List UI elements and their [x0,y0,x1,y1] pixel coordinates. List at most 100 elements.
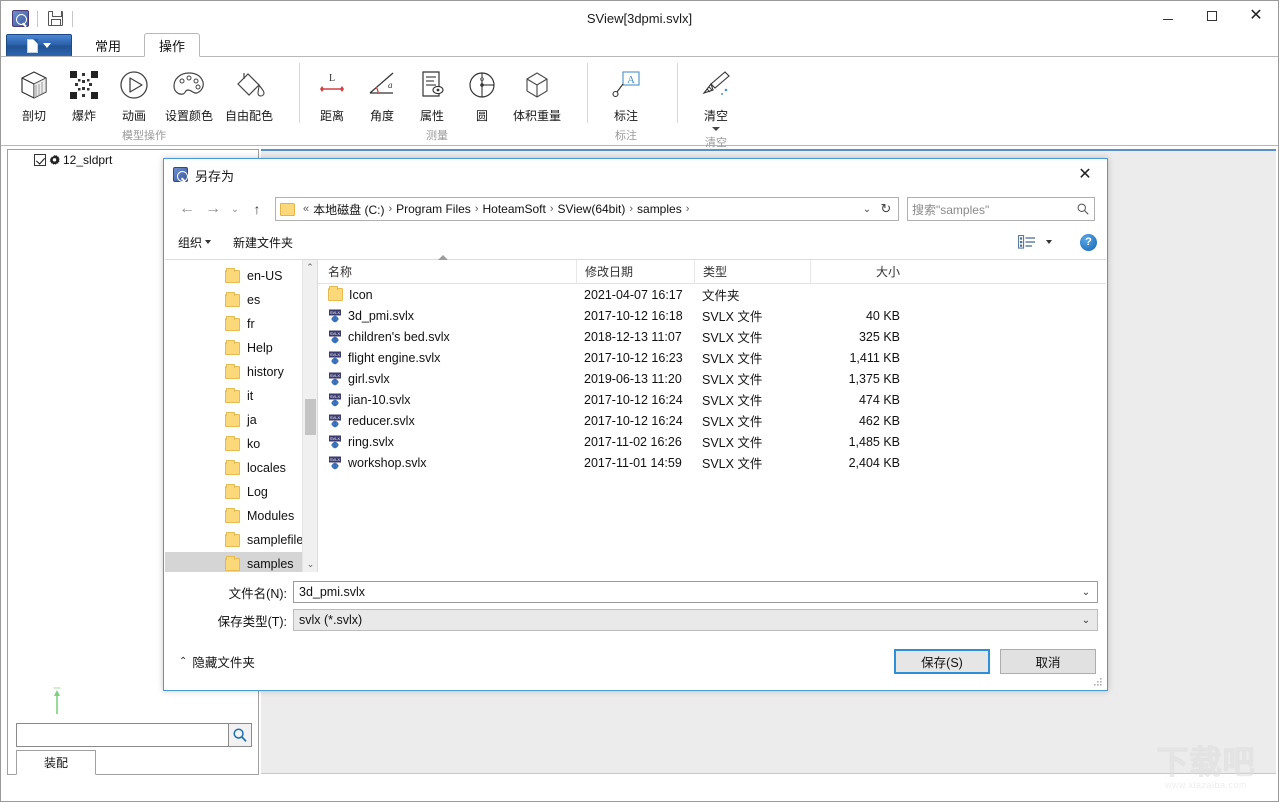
chevron-down-icon[interactable]: ⌄ [303,557,317,572]
folder-item-ja[interactable]: ja [165,408,317,432]
scrollbar-thumb[interactable] [305,399,316,435]
hide-folders-toggle[interactable]: ⌃ 隐藏文件夹 [179,652,255,671]
explode-icon [67,65,101,105]
breadcrumb-item-0[interactable]: 本地磁盘 (C:) [313,201,384,218]
ribbon-button-explode[interactable]: 爆炸 [59,62,109,127]
chevron-down-icon[interactable]: ⌄ [1077,587,1095,598]
ribbon-button-distance[interactable]: L 距离 [307,62,357,127]
table-row[interactable]: SVLX reducer.svlx 2017-10-12 16:24 SVLX … [318,410,1106,431]
save-button[interactable]: 保存(S) [894,649,990,674]
close-icon[interactable]: ✕ [1063,159,1107,189]
chevron-up-icon[interactable]: ⌃ [303,260,317,275]
table-row[interactable]: SVLX ring.svlx 2017-11-02 16:26 SVLX 文件 … [318,431,1106,452]
folder-item-Help[interactable]: Help [165,336,317,360]
organize-button[interactable]: 组织 [178,234,211,251]
folder-item-it[interactable]: it [165,384,317,408]
tab-操作[interactable]: 操作 [144,33,200,57]
breadcrumb-item-3[interactable]: SView(64bit) [558,202,626,216]
folder-item-Log[interactable]: Log [165,480,317,504]
filename-label: 文件名(N): [173,583,293,602]
breadcrumb-item-4[interactable]: samples [637,202,682,216]
new-folder-button[interactable]: 新建文件夹 [233,234,293,251]
ribbon-label: 动画 [122,107,146,124]
ribbon-button-volume-weight[interactable]: 体积重量 [507,62,567,127]
ribbon-button-annotation[interactable]: A 标注 [601,62,651,127]
save-icon[interactable] [44,8,66,30]
tree-item-checkbox[interactable] [34,154,46,166]
table-row[interactable]: SVLX flight engine.svlx 2017-10-12 16:23… [318,347,1106,368]
chevron-down-icon[interactable] [1046,240,1052,244]
breadcrumb[interactable]: « 本地磁盘 (C:) › Program Files › HoteamSoft… [275,197,899,221]
chevron-down-icon[interactable]: ⌄ [1077,615,1095,626]
dialog-search-box[interactable]: 搜索"samples" [907,197,1095,221]
ribbon-button-circle[interactable]: φ 圆 [457,62,507,127]
file-size: 462 KB [810,414,908,428]
folder-icon [280,203,295,216]
navigation-scrollbar[interactable]: ⌃ ⌄ [302,260,317,572]
close-icon[interactable]: ✕ [1234,1,1278,31]
ribbon-group-clear: 清空 清空 [677,57,755,145]
table-row[interactable]: SVLX children's bed.svlx 2018-12-13 11:0… [318,326,1106,347]
folder-item-fr[interactable]: fr [165,312,317,336]
chevron-down-icon[interactable] [712,127,720,131]
ribbon-button-properties[interactable]: 属性 [407,62,457,127]
svg-text:SVLX: SVLX [330,436,341,441]
ribbon-button-free-color[interactable]: 自由配色 [219,62,279,127]
dialog-navigation-bar: ← → ⌄ ↑ « 本地磁盘 (C:) › Program Files › Ho… [164,191,1107,227]
table-row[interactable]: SVLX 3d_pmi.svlx 2017-10-12 16:18 SVLX 文… [318,305,1106,326]
file-date: 2021-04-07 16:17 [576,288,694,302]
help-icon[interactable]: ? [1080,234,1097,251]
new-folder-label: 新建文件夹 [233,234,293,251]
window-controls: ✕ [1146,1,1278,36]
arrow-left-icon[interactable]: ← [174,196,200,222]
table-row[interactable]: SVLX workshop.svlx 2017-11-01 14:59 SVLX… [318,452,1106,473]
arrow-right-icon[interactable]: → [200,196,226,222]
ribbon-button-animation[interactable]: 动画 [109,62,159,127]
column-header-name[interactable]: 名称 [318,260,576,284]
minimize-icon[interactable] [1146,1,1190,31]
tab-assembly[interactable]: 装配 [16,750,96,775]
search-icon [232,727,248,743]
breadcrumb-item-1[interactable]: Program Files [396,202,471,216]
table-row[interactable]: Icon 2021-04-07 16:17 文件夹 [318,284,1106,305]
chevron-down-icon[interactable]: ⌄ [226,196,244,222]
folder-item-history[interactable]: history [165,360,317,384]
ribbon-button-section-cut[interactable]: 剖切 [9,62,59,127]
file-name: flight engine.svlx [348,351,440,365]
folder-item-samplefile[interactable]: samplefile [165,528,317,552]
view-list-icon[interactable] [1018,235,1036,249]
tab-常用[interactable]: 常用 [80,33,136,57]
filetype-select[interactable]: svlx (*.svlx) ⌄ [293,609,1098,631]
svlx-file-icon: SVLX [328,414,342,428]
cancel-button[interactable]: 取消 [1000,649,1096,674]
refresh-icon[interactable]: ↻ [876,201,896,217]
folder-item-en-US[interactable]: en-US [165,264,317,288]
arrow-up-icon[interactable]: ↑ [244,196,270,222]
watermark: 下载吧 www.xiazaiba.com [1142,741,1270,795]
table-row[interactable]: SVLX jian-10.svlx 2017-10-12 16:24 SVLX … [318,389,1106,410]
folder-item-samples[interactable]: samples [165,552,317,572]
table-row[interactable]: SVLX girl.svlx 2019-06-13 11:20 SVLX 文件 … [318,368,1106,389]
folder-item-ko[interactable]: ko [165,432,317,456]
search-input[interactable] [16,723,228,747]
breadcrumb-item-2[interactable]: HoteamSoft [482,202,545,216]
folder-icon [225,558,240,571]
resize-grip-icon[interactable] [1093,677,1103,687]
chevron-down-icon[interactable]: ⌄ [858,204,876,215]
folder-item-es[interactable]: es [165,288,317,312]
filename-input[interactable]: 3d_pmi.svlx ⌄ [293,581,1098,603]
ribbon-label: 标注 [614,107,638,124]
file-menu-button[interactable] [6,34,72,57]
folder-item-Modules[interactable]: Modules [165,504,317,528]
column-header-type[interactable]: 类型 [694,260,810,284]
ribbon-button-clear[interactable]: 清空 [691,62,741,134]
column-header-date[interactable]: 修改日期 [576,260,694,284]
breadcrumb-overflow[interactable]: « [303,203,309,215]
column-header-size[interactable]: 大小 [810,260,908,284]
ribbon-button-angle[interactable]: a 角度 [357,62,407,127]
file-type: SVLX 文件 [694,348,810,367]
ribbon-button-set-color[interactable]: 设置颜色 [159,62,219,127]
maximize-icon[interactable] [1190,1,1234,31]
search-button[interactable] [228,723,252,747]
folder-item-locales[interactable]: locales [165,456,317,480]
